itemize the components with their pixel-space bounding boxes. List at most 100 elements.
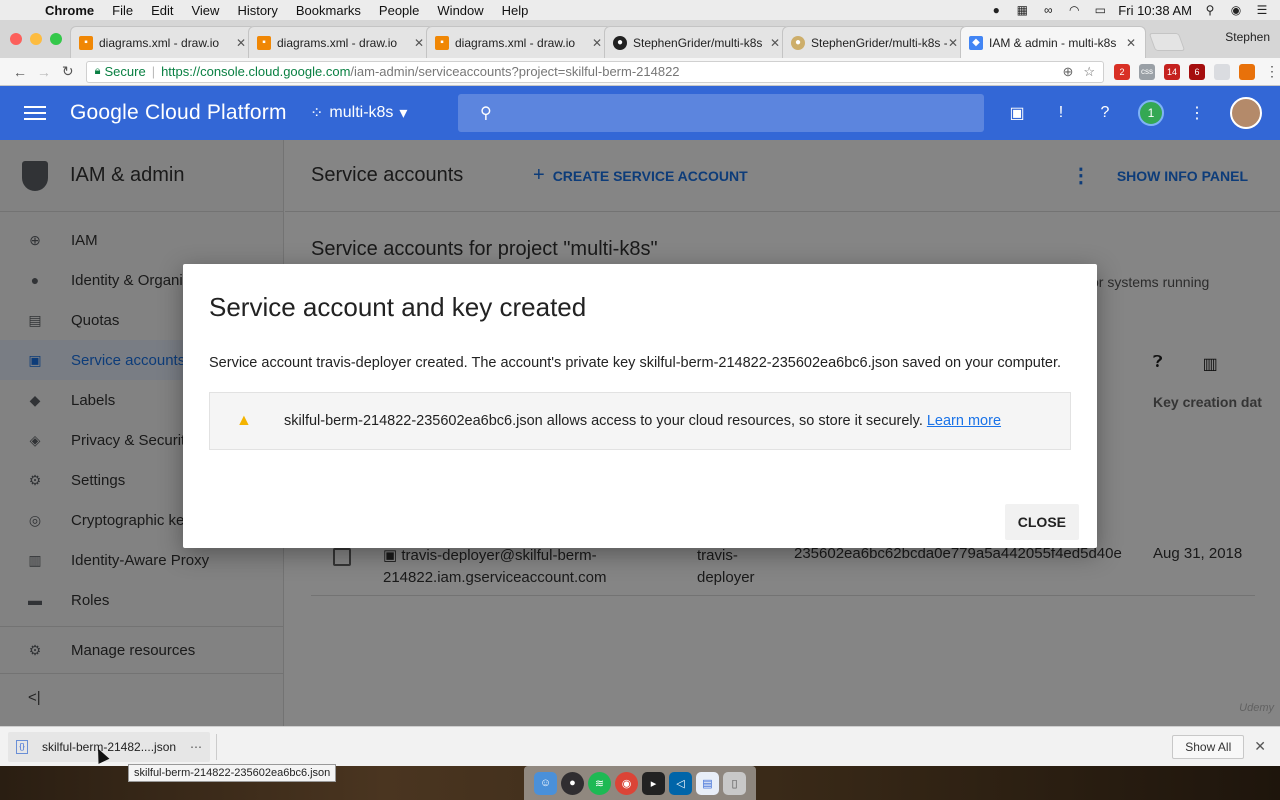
tab-label: diagrams.xml - draw.io <box>99 35 220 50</box>
warning-text: skilful-berm-214822-235602ea6bc6.json al… <box>284 413 923 429</box>
siri-icon[interactable]: ◉ <box>1228 3 1244 17</box>
cloud-shell-icon[interactable]: ▣ <box>1006 102 1028 124</box>
menu-help[interactable]: Help <box>493 3 538 18</box>
dialog-message: Service account travis-deployer created.… <box>209 355 1062 371</box>
bookmark-star-icon[interactable]: ☆ <box>1083 64 1095 80</box>
github-icon: ● <box>613 35 627 50</box>
tab-label: StephenGrider/multi-k8s - <box>811 35 947 50</box>
forward-arrow-icon[interactable]: → <box>32 64 56 80</box>
notification-center-icon[interactable]: ☰ <box>1254 3 1270 17</box>
json-file-icon: {} <box>16 739 28 754</box>
more-vert-icon[interactable]: ⋮ <box>1186 102 1208 124</box>
menu-edit[interactable]: Edit <box>142 3 182 18</box>
menu-app-chrome[interactable]: Chrome <box>36 3 103 18</box>
download-shelf: {} skilful-berm-21482....json ⋯ Show All… <box>0 726 1280 766</box>
menu-file[interactable]: File <box>103 3 142 18</box>
maximize-window-button[interactable] <box>50 33 62 45</box>
shield-extension-icon[interactable]: 6 <box>1189 63 1206 80</box>
finder-icon[interactable]: ☺ <box>534 771 557 795</box>
profile-button[interactable]: Stephen <box>1225 30 1270 44</box>
new-tab-button[interactable] <box>1148 33 1186 51</box>
address-bar[interactable]: 🔒︎ Secure | https://console.cloud.google… <box>85 60 1105 83</box>
clock[interactable]: Fri 10:38 AM <box>1118 3 1192 18</box>
obs-icon[interactable]: ● <box>561 771 584 795</box>
gcp-icon: ◆ <box>969 35 983 50</box>
close-tab-icon[interactable]: ✕ <box>947 36 959 50</box>
zoom-icon[interactable]: ⊕ <box>1062 64 1073 80</box>
wifi-icon[interactable]: ◠ <box>1066 3 1082 17</box>
spotify-icon[interactable]: ≋ <box>588 771 611 795</box>
address-toolbar: ← → ↻ 🔒︎ Secure | https://console.cloud.… <box>0 58 1280 86</box>
obs-icon[interactable]: ● <box>988 3 1004 17</box>
chrome-menu-icon[interactable]: ⋮ <box>1264 63 1280 80</box>
reload-icon[interactable]: ↻ <box>56 63 80 80</box>
url-separator: | <box>151 64 156 79</box>
browser-tab[interactable]: ▪ diagrams.xml - draw.io ✕ <box>248 26 434 58</box>
extensions: 2 css 14 6 ⋮ <box>1114 63 1280 80</box>
drawio-icon: ▪ <box>257 35 271 50</box>
tab-label: diagrams.xml - draw.io <box>277 35 398 50</box>
show-all-button[interactable]: Show All <box>1172 734 1245 759</box>
tab-label: StephenGrider/multi-k8s <box>633 35 763 50</box>
gcp-header: Google Cloud Platform ⁘ multi-k8s ▾ ⚲ ▣ … <box>0 86 1280 140</box>
menu-history[interactable]: History <box>228 3 286 18</box>
css-extension-icon[interactable]: css <box>1139 63 1156 80</box>
glasses-icon[interactable]: ∞ <box>1040 3 1056 17</box>
project-selector[interactable]: ⁘ multi-k8s ▾ <box>310 103 458 123</box>
browser-tab[interactable]: ● StephenGrider/multi-k8s ✕ <box>604 26 790 58</box>
back-arrow-icon[interactable]: ← <box>8 64 32 80</box>
trash-icon[interactable]: ▯ <box>723 771 746 795</box>
notifications-badge[interactable]: 1 <box>1138 100 1164 126</box>
calendar-extension-icon[interactable]: 14 <box>1164 63 1181 80</box>
browser-tab[interactable]: ● StephenGrider/multi-k8s - ✕ <box>782 26 968 58</box>
travis-icon: ● <box>791 35 805 50</box>
url-host: https://console.cloud.google.com <box>161 64 351 79</box>
dock: ☺ ● ≋ ◉ ▸ ◁ ▤ ▯ <box>524 766 756 800</box>
menu-window[interactable]: Window <box>428 3 492 18</box>
help-icon[interactable]: ? <box>1094 102 1116 124</box>
browser-tab[interactable]: ▪ diagrams.xml - draw.io ✕ <box>70 26 256 58</box>
download-tooltip: skilful-berm-214822-235602ea6bc6.json <box>128 764 337 782</box>
feedback-icon[interactable]: ! <box>1050 102 1072 124</box>
search-input[interactable]: ⚲ <box>458 94 984 132</box>
dialog-title: Service account and key created <box>209 292 587 322</box>
hamburger-menu-icon[interactable] <box>0 106 70 120</box>
browser-tab[interactable]: ▪ diagrams.xml - draw.io ✕ <box>426 26 612 58</box>
vscode-icon[interactable]: ◁ <box>669 771 692 795</box>
project-icon: ⁘ <box>310 105 324 122</box>
close-window-button[interactable] <box>10 33 22 45</box>
close-tab-icon[interactable]: ✕ <box>1125 36 1137 50</box>
terminal-icon[interactable]: ▸ <box>642 771 665 795</box>
gcp-brand[interactable]: Google Cloud Platform <box>70 101 310 125</box>
avatar[interactable] <box>1230 97 1262 129</box>
drawio-icon: ▪ <box>435 35 449 50</box>
menu-bookmarks[interactable]: Bookmarks <box>287 3 370 18</box>
warning-box: ▲ skilful-berm-214822-235602ea6bc6.json … <box>209 392 1071 450</box>
extension-icon[interactable]: 2 <box>1114 63 1131 80</box>
close-tab-icon[interactable]: ✕ <box>413 36 425 50</box>
docker-icon[interactable]: ▦ <box>1014 3 1030 17</box>
url-path: /iam-admin/serviceaccounts?project=skilf… <box>350 64 680 79</box>
metamask-icon[interactable] <box>1239 63 1256 80</box>
close-tab-icon[interactable]: ✕ <box>769 36 781 50</box>
extension-icon[interactable] <box>1214 63 1231 80</box>
downloads-stack-icon[interactable]: ▤ <box>696 771 719 795</box>
minimize-window-button[interactable] <box>30 33 42 45</box>
learn-more-link[interactable]: Learn more <box>927 413 1001 429</box>
warning-icon: ▲ <box>236 412 252 429</box>
close-shelf-icon[interactable]: ✕ <box>1254 738 1266 755</box>
tab-label: IAM & admin - multi-k8s <box>989 35 1117 50</box>
close-tab-icon[interactable]: ✕ <box>591 36 603 50</box>
close-tab-icon[interactable]: ✕ <box>235 36 247 50</box>
close-button[interactable]: CLOSE <box>1004 504 1079 540</box>
tab-strip: ▪ diagrams.xml - draw.io ✕ ▪ diagrams.xm… <box>0 20 1280 58</box>
menu-people[interactable]: People <box>370 3 428 18</box>
lock-icon: 🔒︎ <box>94 65 101 77</box>
menu-view[interactable]: View <box>182 3 228 18</box>
battery-icon[interactable]: ▭ <box>1092 3 1108 17</box>
chrome-icon[interactable]: ◉ <box>615 771 638 795</box>
browser-tab-active[interactable]: ◆ IAM & admin - multi-k8s ✕ <box>960 26 1146 58</box>
spotlight-search-icon[interactable]: ⚲ <box>1202 3 1218 17</box>
shelf-divider <box>216 733 217 760</box>
more-horiz-icon[interactable]: ⋯ <box>190 740 202 754</box>
